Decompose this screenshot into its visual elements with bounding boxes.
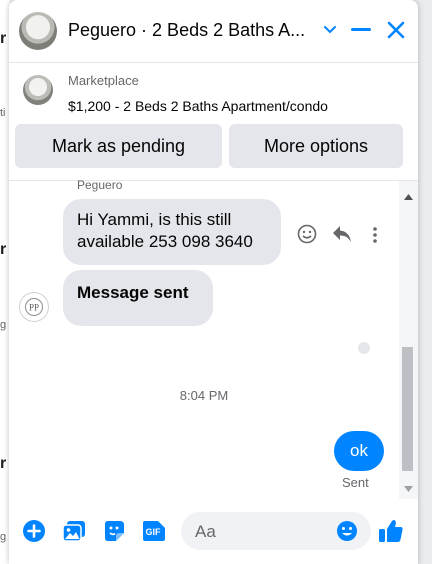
- emoji-icon[interactable]: [336, 520, 358, 547]
- seen-avatar-icon: [358, 342, 370, 354]
- sticker-icon[interactable]: [100, 517, 128, 545]
- background-text: r: [0, 241, 7, 258]
- minimize-icon[interactable]: [348, 16, 374, 44]
- thumbs-up-icon[interactable]: [377, 517, 405, 545]
- more-options-button[interactable]: More options: [229, 124, 403, 168]
- message-list: Peguero Hi Yammi, is this still availabl…: [9, 178, 399, 499]
- reply-icon[interactable]: [332, 225, 352, 248]
- message-scrollbar[interactable]: [399, 181, 418, 499]
- incoming-message[interactable]: Hi Yammi, is this still available 253 09…: [63, 199, 281, 265]
- more-icon[interactable]: [372, 226, 378, 249]
- react-emoji-icon[interactable]: [297, 224, 317, 249]
- marketplace-listing-banner: Marketplace $1,200 - 2 Beds 2 Baths Apar…: [9, 62, 418, 181]
- message-text: Message sent: [77, 283, 189, 302]
- scroll-up-arrow-icon[interactable]: [404, 187, 413, 205]
- plus-circle-icon[interactable]: [20, 517, 48, 545]
- listing-thumbnail[interactable]: [23, 75, 53, 105]
- gif-label: GIF: [146, 527, 162, 537]
- close-icon[interactable]: [383, 16, 409, 44]
- listing-source: Marketplace: [68, 73, 139, 88]
- sender-avatar[interactable]: PP: [19, 292, 49, 322]
- delivery-status: Sent: [342, 475, 369, 490]
- background-text: g: [0, 531, 7, 543]
- sender-name: Peguero: [77, 178, 123, 192]
- avatar-initials: PP: [29, 303, 39, 313]
- background-text: r: [0, 455, 7, 472]
- chat-header: Peguero · 2 Beds 2 Baths A...: [9, 0, 418, 63]
- chat-window: Peguero · 2 Beds 2 Baths A... Marketplac…: [9, 0, 418, 564]
- message-text: ok: [350, 441, 368, 460]
- message-text: Hi Yammi, is this still available 253 09…: [77, 210, 253, 251]
- listing-title[interactable]: $1,200 - 2 Beds 2 Baths Apartment/condo: [68, 98, 328, 114]
- incoming-message[interactable]: Message sent: [63, 270, 213, 326]
- chevron-down-icon[interactable]: [317, 16, 343, 44]
- photo-icon[interactable]: [60, 517, 88, 545]
- background-text: ti: [0, 107, 6, 119]
- message-input[interactable]: Aa: [181, 512, 371, 550]
- scroll-thumb[interactable]: [402, 347, 413, 471]
- listing-avatar[interactable]: [19, 12, 57, 50]
- scroll-down-arrow-icon[interactable]: [404, 479, 413, 497]
- mark-as-pending-button[interactable]: Mark as pending: [15, 124, 222, 168]
- message-input-placeholder: Aa: [195, 522, 216, 541]
- chat-title[interactable]: Peguero · 2 Beds 2 Baths A...: [68, 20, 305, 41]
- outgoing-message[interactable]: ok: [334, 431, 384, 471]
- background-text: g: [0, 319, 7, 331]
- message-timestamp: 8:04 PM: [179, 388, 229, 403]
- background-text: r: [0, 30, 7, 47]
- gif-icon[interactable]: GIF: [140, 517, 168, 545]
- message-composer: GIF Aa: [9, 500, 418, 564]
